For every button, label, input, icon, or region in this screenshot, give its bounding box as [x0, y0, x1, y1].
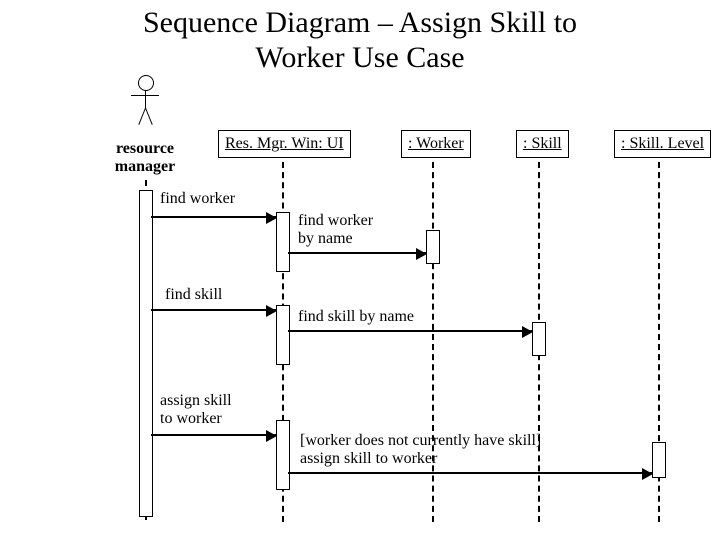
arrow-ui-to-level [288, 472, 652, 474]
title-line-1: Sequence Diagram – Assign Skill to [143, 6, 577, 39]
actor-name: resource manager [115, 140, 175, 175]
actor-label: resource manager [110, 140, 180, 176]
activation-level-1 [652, 442, 666, 478]
participant-level: : Skill. Level [614, 130, 711, 158]
sequence-diagram-stage: resource manager Res. Mgr. Win: UI : Wor… [0, 90, 720, 540]
participant-ui: Res. Mgr. Win: UI [218, 130, 351, 158]
arrow-ui-to-skill [288, 330, 532, 332]
msg-find-skill-by-name: find skill by name [298, 308, 414, 326]
diagram-title: Sequence Diagram – Assign Skill to Worke… [0, 0, 720, 75]
activation-ui-2 [276, 305, 290, 365]
activation-skill-1 [532, 322, 546, 356]
participant-skill: : Skill [516, 130, 569, 158]
actor-icon [125, 75, 165, 135]
activation-ui-1 [276, 212, 290, 272]
arrow-actor-to-ui-1 [151, 216, 276, 218]
msg-find-worker-by-name: find worker by name [298, 212, 373, 247]
arrow-ui-to-worker [288, 252, 426, 254]
title-line-2: Worker Use Case [255, 41, 464, 74]
msg-assign-skill-trigger: assign skill to worker [160, 392, 232, 427]
arrow-actor-to-ui-2 [151, 309, 276, 311]
msg-find-worker-trigger: find worker [160, 190, 235, 208]
activation-ui-3 [276, 420, 290, 490]
participant-worker: : Worker [401, 130, 471, 158]
arrow-actor-to-ui-3 [151, 434, 276, 436]
activation-worker-1 [426, 230, 440, 264]
msg-find-skill-trigger: find skill [165, 286, 222, 304]
activation-actor [139, 190, 153, 517]
lifeline-worker [432, 162, 434, 522]
msg-assign-skill-call: [worker does not currently have skill] a… [300, 432, 541, 467]
